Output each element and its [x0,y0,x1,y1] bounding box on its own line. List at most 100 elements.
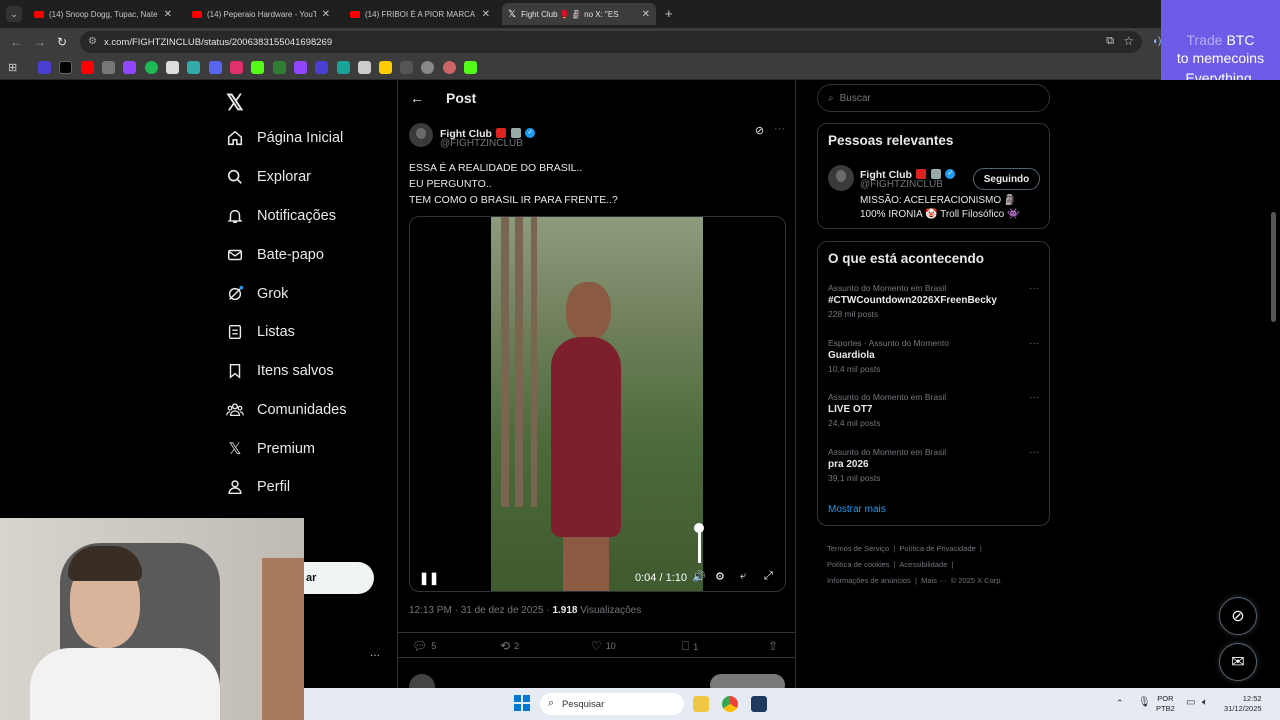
browser-tab-active[interactable]: 𝕏 Fight Club 🥊 🗿 no X: "ES ✕ [502,3,656,25]
bookmark-icon[interactable] [273,61,286,74]
bookmark-icon[interactable] [102,61,115,74]
settings-icon[interactable]: ⚙ [715,570,725,583]
bookmark-discord-icon[interactable] [209,61,222,74]
windows-start-icon[interactable] [514,695,530,711]
close-icon[interactable]: ✕ [482,9,490,20]
volume-knob[interactable] [694,523,704,533]
more-options-icon[interactable]: ··· [1029,338,1039,349]
trend-item[interactable]: Assunto do Momento em Brasil #CTWCountdo… [828,283,1043,319]
nav-home[interactable]: Página Inicial [226,129,343,147]
nav-grok[interactable]: Grok [226,285,288,303]
bookmark-x-icon[interactable] [59,61,72,74]
bookmark-icon[interactable] [187,61,200,74]
bookmark-icon[interactable] [379,61,392,74]
footer-link[interactable]: Política de Privacidade [899,544,975,553]
nav-explore[interactable]: Explorar [226,168,311,186]
following-button[interactable]: Seguindo [973,168,1040,190]
avatar[interactable] [828,165,854,191]
footer-link[interactable]: Informações de anúncios [827,576,911,585]
bookmark-icon[interactable] [38,61,51,74]
app-icon[interactable] [751,696,767,712]
more-options-icon[interactable]: ··· [1029,392,1039,403]
bookmark-twitch-icon[interactable] [294,61,307,74]
install-icon[interactable]: ⧉ [1106,35,1114,48]
bookmark-button[interactable]: ⎕ 1 [682,639,698,654]
reload-icon[interactable]: ↻ [57,35,67,49]
new-tab-button[interactable]: + [665,6,673,21]
video-player[interactable]: ❚❚ 0:04 / 1:10 🔊 ⚙ ⤶ ⤢ [409,216,786,592]
nav-lists[interactable]: Listas [226,323,295,341]
back-arrow-icon[interactable]: ← [410,90,424,106]
footer-link[interactable]: Acessibilidade [899,560,947,569]
bookmark-kick-icon[interactable] [251,61,264,74]
back-arrow-icon[interactable]: ← [10,35,22,49]
footer-link[interactable]: Política de cookies [827,560,890,569]
search-input[interactable]: ⌕ Buscar [817,84,1050,112]
share-button[interactable]: ⇧ [768,639,782,653]
bookmark-spotify-icon[interactable] [145,61,158,74]
star-icon[interactable]: ☆ [1123,34,1134,48]
scrollbar[interactable] [1271,212,1276,322]
trend-item[interactable]: Esportes · Assunto do Momento Guardiola … [828,338,1043,374]
close-icon[interactable]: ✕ [642,9,650,20]
repost-button[interactable]: ⟲ 2 [500,639,519,653]
pause-icon[interactable]: ❚❚ [419,571,439,585]
chevron-up-icon[interactable]: ⌃ [1116,698,1124,709]
apps-grid-icon[interactable]: ⊞ [8,61,17,74]
volume-icon[interactable]: 🔈︎ [1202,697,1208,708]
bookmark-kick-icon[interactable] [464,61,477,74]
extension-icon[interactable]: ◖) [1152,36,1161,47]
show-more-link[interactable]: Mostrar mais [828,504,886,515]
grok-icon[interactable]: ⊘ [1219,597,1257,635]
more-options-icon[interactable]: ··· [774,123,785,135]
reply-submit-button[interactable] [710,674,785,688]
language-indicator[interactable]: POR PTB2 [1156,694,1175,714]
taskbar-search[interactable]: ⌕ Pesquisar [540,693,684,715]
close-icon[interactable]: ✕ [322,9,330,20]
footer-link[interactable]: Mais ··· [921,576,946,585]
x-logo-icon[interactable]: 𝕏 [226,90,244,116]
timestamp[interactable]: 12:13 PM · 31 de dez de 2025 · [409,605,552,616]
like-button[interactable]: ♡ 10 [591,639,616,653]
close-icon[interactable]: ✕ [164,9,172,20]
chrome-icon[interactable] [722,696,738,712]
bookmark-icon[interactable] [337,61,350,74]
nav-premium[interactable]: 𝕏 Premium [226,440,315,458]
bookmark-icon[interactable] [166,61,179,74]
bookmark-icon[interactable] [358,61,371,74]
avatar[interactable] [409,123,433,147]
bookmark-instagram-icon[interactable] [230,61,243,74]
tab-search-chevron-icon[interactable]: ⌄ [6,6,22,22]
forward-arrow-icon[interactable]: → [34,35,46,49]
grok-icon[interactable]: ⊘ [755,124,764,137]
bookmark-icon[interactable] [315,61,328,74]
network-icon[interactable]: ▭ [1186,697,1195,708]
url-field[interactable]: ⚙ x.com/FIGHTZINCLUB/status/200638315504… [80,31,1142,53]
bookmark-icon[interactable] [400,61,413,74]
trend-item[interactable]: Assunto do Momento em Brasil LIVE OT7 24… [828,392,1043,428]
bookmark-icon[interactable] [443,61,456,74]
nav-bookmarks[interactable]: Itens salvos [226,362,334,380]
mail-icon[interactable]: ✉ [1219,643,1257,681]
minimize-player-icon[interactable]: ⤶ [740,570,746,583]
nav-chat[interactable]: Bate-papo [226,246,324,264]
trend-item[interactable]: Assunto do Momento em Brasil pra 2026 39… [828,447,1043,483]
microphone-icon[interactable]: 🎙︎ [1138,697,1151,708]
nav-communities[interactable]: Comunidades [226,401,346,419]
footer-link[interactable]: Termos de Serviço [827,544,889,553]
bookmark-icon[interactable] [421,61,434,74]
fullscreen-icon[interactable]: ⤢ [764,570,773,583]
browser-tab[interactable]: (14) Snoop Dogg, Tupac, Nate ✕ [28,3,178,25]
clock[interactable]: 12:52 31/12/2025 [1224,694,1262,714]
browser-tab[interactable]: (14) Peperaio Hardware - YouTu ✕ [186,3,336,25]
bookmark-twitch-icon[interactable] [123,61,136,74]
nav-profile[interactable]: Perfil [226,478,290,496]
nav-notifications[interactable]: Notificações [226,207,336,225]
reply-button[interactable]: 💬︎ 5 [412,639,436,653]
volume-icon[interactable]: 🔊 [692,570,706,583]
browser-tab[interactable]: (14) FRIBOI É A PIOR MARCA DI ✕ [344,3,496,25]
more-options-icon[interactable]: ··· [1029,447,1039,458]
more-options-icon[interactable]: ··· [1029,283,1039,294]
bookmark-youtube-icon[interactable] [81,61,94,74]
file-explorer-icon[interactable] [693,696,709,712]
